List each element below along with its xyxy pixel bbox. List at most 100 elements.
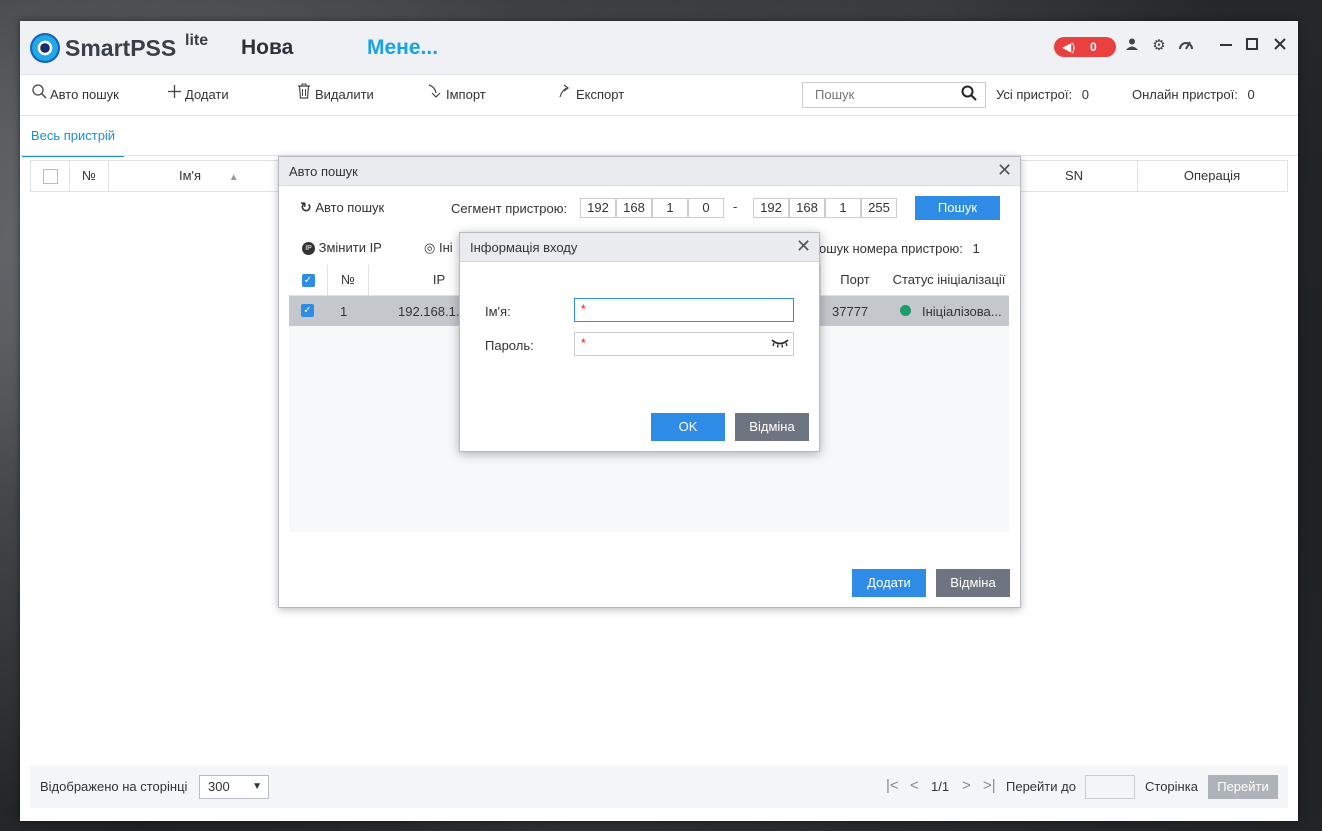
alarm-count: 0 (1090, 40, 1097, 54)
row-ip: 192.168.1.1 (398, 304, 467, 319)
found-devices-label: ошук номера пристрою: (819, 241, 963, 256)
page-indicator: 1/1 (931, 779, 950, 794)
auto-search-dialog-title: Авто пошук (289, 164, 358, 179)
tab-all-devices[interactable]: Весь пристрій (22, 117, 124, 157)
cancel-button[interactable]: Відміна (936, 569, 1010, 597)
add-devices-button[interactable]: Додати (852, 569, 926, 597)
ip-end-octet-2[interactable]: 168 (789, 198, 825, 218)
search-icon[interactable] (961, 85, 977, 106)
search-button[interactable]: Пошук (915, 196, 1000, 220)
col-name[interactable]: Ім'я ▲ (109, 161, 269, 191)
login-info-dialog: Інформація входу ✕ Ім'я: * Пароль: * OK … (459, 232, 820, 452)
ok-button[interactable]: OK (651, 413, 725, 441)
per-page-select[interactable]: 300 ▼ (199, 775, 269, 799)
page-word: Сторінка (1145, 779, 1198, 794)
initialize-label: Іні (438, 240, 453, 255)
tab-device-manager[interactable]: Мене... (367, 36, 438, 60)
initialize-button[interactable]: ◎ Іні (424, 240, 453, 256)
login-dialog-title: Інформація входу (470, 240, 578, 255)
auto-search-refresh-button[interactable]: ↻ Авто пошук (300, 199, 384, 216)
pagination-footer: Відображено на сторінці 300 ▼ |< < 1/1 >… (30, 766, 1288, 808)
online-devices-count: 0 (1247, 87, 1255, 102)
refresh-icon: ↻ (300, 199, 312, 215)
all-devices-count: 0 (1081, 87, 1089, 102)
gear-icon[interactable]: ⚙ (1150, 37, 1168, 55)
segment-label: Сегмент пристрою: (451, 201, 568, 216)
auto-search-dialog-title-bar: Авто пошук ✕ (279, 157, 1020, 186)
auto-search-label: Авто пошук (50, 87, 119, 102)
password-label: Пароль: (485, 338, 534, 353)
minimize-icon[interactable] (1217, 37, 1235, 55)
logo-text: SmartPSS (65, 35, 177, 61)
ip-start-octet-2[interactable]: 168 (616, 198, 652, 218)
ip-start-octet-1[interactable]: 192 (580, 198, 616, 218)
required-mark: * (581, 302, 586, 316)
col-number[interactable]: № (328, 265, 369, 296)
user-icon[interactable] (1123, 37, 1141, 55)
next-page-icon[interactable]: > (962, 777, 971, 794)
change-ip-button[interactable]: IP Змінити IP (302, 240, 382, 256)
all-devices-stat: Усі пристрої: 0 (996, 75, 1089, 115)
add-button[interactable]: Додати (165, 75, 229, 115)
goto-button[interactable]: Перейти (1208, 775, 1278, 799)
export-icon (556, 75, 574, 115)
password-field[interactable]: * (574, 332, 794, 356)
toolbar: Авто пошук Додати Видалити Імпорт Експор… (20, 75, 1298, 116)
speaker-icon: ◀) (1062, 40, 1076, 54)
goto-label: Перейти до (1006, 779, 1076, 794)
search-input[interactable] (815, 83, 955, 105)
username-field[interactable]: * (574, 298, 794, 322)
col-sn[interactable]: SN (1010, 161, 1138, 191)
prev-page-icon[interactable]: < (910, 777, 919, 794)
col-operation[interactable]: Операція (1137, 161, 1287, 191)
trash-icon (295, 75, 313, 115)
gauge-icon[interactable] (1177, 37, 1195, 55)
login-cancel-button[interactable]: Відміна (735, 413, 809, 441)
delete-button[interactable]: Видалити (295, 75, 374, 115)
import-button[interactable]: Імпорт (426, 75, 486, 115)
username-label: Ім'я: (485, 304, 511, 319)
found-devices-stat: ошук номера пристрою: 1 (819, 241, 980, 256)
ip-end-octet-1[interactable]: 192 (753, 198, 789, 218)
plus-icon (165, 75, 183, 115)
eye-closed-icon[interactable] (771, 335, 789, 352)
col-init-status[interactable]: Статус ініціалізації (889, 265, 1009, 296)
select-all-checkbox[interactable] (42, 169, 58, 185)
select-all-cell: ✓ (289, 265, 328, 296)
ip-start-octet-3[interactable]: 1 (652, 198, 688, 218)
change-ip-label: Змінити IP (318, 240, 382, 255)
close-icon[interactable]: ✕ (997, 160, 1012, 181)
ip-end-octet-3[interactable]: 1 (825, 198, 861, 218)
login-dialog-title-bar: Інформація входу ✕ (460, 233, 819, 262)
search-icon (30, 75, 48, 115)
col-number[interactable]: № (70, 161, 109, 191)
logo-icon (30, 33, 60, 63)
col-port[interactable]: Порт (820, 265, 890, 296)
alarm-badge[interactable]: ◀) 0 (1054, 37, 1116, 57)
auto-search-button[interactable]: Авто пошук (30, 75, 119, 115)
per-page-label: Відображено на сторінці (40, 779, 188, 794)
ip-icon: IP (302, 242, 315, 256)
select-all-checkbox[interactable]: ✓ (301, 274, 315, 288)
col-name-label: Ім'я (179, 168, 202, 183)
first-page-icon[interactable]: |< (886, 777, 899, 794)
row-checkbox[interactable]: ✓ (301, 304, 314, 317)
goto-page-input[interactable] (1085, 775, 1135, 799)
row-number: 1 (340, 304, 348, 319)
sort-asc-icon[interactable]: ▲ (229, 172, 239, 183)
last-page-icon[interactable]: >| (983, 777, 996, 794)
maximize-icon[interactable] (1243, 37, 1261, 55)
ip-range-dash: - (733, 199, 738, 214)
import-label: Імпорт (446, 87, 486, 102)
status-ok-icon (900, 305, 911, 316)
tab-new[interactable]: Нова (241, 36, 293, 60)
add-label: Додати (185, 87, 229, 102)
all-devices-label: Усі пристрої: (996, 87, 1073, 102)
row-port: 37777 (832, 304, 869, 319)
ip-start-octet-4[interactable]: 0 (688, 198, 724, 218)
close-icon[interactable]: ✕ (796, 236, 811, 257)
select-all-cell (31, 161, 70, 191)
export-button[interactable]: Експорт (556, 75, 624, 115)
ip-end-octet-4[interactable]: 255 (861, 198, 897, 218)
close-icon[interactable] (1271, 37, 1289, 55)
